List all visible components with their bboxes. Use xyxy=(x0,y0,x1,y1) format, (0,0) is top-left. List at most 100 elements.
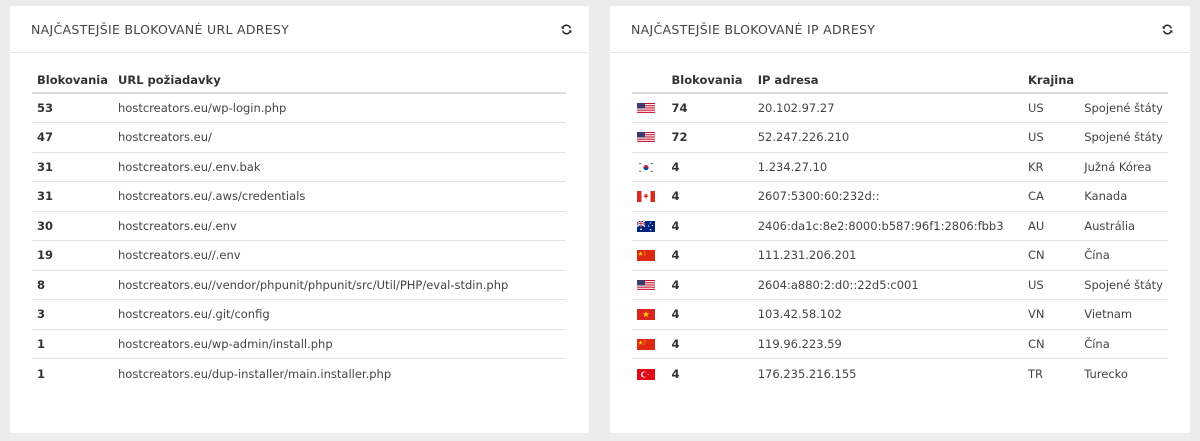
request-url: hostcreators.eu/.env xyxy=(113,211,566,241)
block-count: 3 xyxy=(32,299,113,330)
request-url: hostcreators.eu/wp-admin/install.php xyxy=(113,329,566,359)
country-code: CN xyxy=(1023,329,1080,359)
kr-flag-icon xyxy=(637,161,655,173)
block-count: 19 xyxy=(32,240,113,271)
country-name: Spojené štáty xyxy=(1079,122,1168,153)
country-code: AU xyxy=(1023,211,1080,241)
country-name: Kanada xyxy=(1079,181,1168,212)
table-row: 4 119.96.223.59 CN Čína xyxy=(632,329,1168,359)
ip-address: 1.234.27.10 xyxy=(752,152,1023,182)
table-row: 19 hostcreators.eu//.env xyxy=(32,240,566,271)
table-row: 47 hostcreators.eu/ xyxy=(32,122,566,153)
request-url: hostcreators.eu/dup-installer/main.insta… xyxy=(118,366,392,381)
column-header-country[interactable]: Krajina xyxy=(1023,67,1080,94)
country-name: Spojené štáty xyxy=(1079,270,1168,300)
panel-title: Najčastejšie blokované URL adresy xyxy=(31,21,290,37)
block-count: 53 xyxy=(32,93,113,123)
panel-title: Najčastejšie blokované IP adresy xyxy=(631,21,876,37)
ip-address: 52.247.226.210 xyxy=(752,122,1023,153)
request-url: hostcreators.eu/.env.bak xyxy=(113,152,566,182)
blocked-ips-panel: Najčastejšie blokované IP adresy Blokova… xyxy=(610,6,1190,433)
panel-header: Najčastejšie blokované IP adresy xyxy=(610,6,1190,53)
ip-address: 20.102.97.27 xyxy=(752,93,1023,123)
column-header-blocks[interactable]: Blokovania xyxy=(32,67,113,94)
flag-cell xyxy=(632,93,667,123)
request-url: hostcreators.eu/ xyxy=(113,122,566,153)
request-url: hostcreators.eu/.aws/credentials xyxy=(113,181,566,212)
ip-address: 2604:a880:2:d0::22d5:c001 xyxy=(752,270,1023,300)
block-count: 72 xyxy=(666,122,753,153)
column-header-country-name xyxy=(1079,67,1168,94)
cn-flag-icon xyxy=(637,338,655,350)
table-header-row: Blokovania IP adresa Krajina xyxy=(632,67,1168,94)
block-count: 4 xyxy=(671,366,680,381)
us-flag-icon xyxy=(637,279,655,291)
country-code: CN xyxy=(1023,240,1080,271)
blocked-ips-table: Blokovania IP adresa Krajina 74 20.102.97… xyxy=(632,67,1168,388)
table-row: 31 hostcreators.eu/.env.bak xyxy=(32,152,566,182)
table-row: 30 hostcreators.eu/.env xyxy=(32,211,566,241)
panel-header: Najčastejšie blokované URL adresy xyxy=(10,6,589,53)
block-count: 4 xyxy=(666,299,753,330)
country-code: US xyxy=(1023,93,1080,123)
country-code: VN xyxy=(1023,299,1080,330)
flag-cell xyxy=(632,329,667,359)
table-row: 4 1.234.27.10 KR Južná Kórea xyxy=(632,152,1168,182)
ip-address: 2607:5300:60:232d:: xyxy=(752,181,1023,212)
country-code: US xyxy=(1023,270,1080,300)
column-header-flag xyxy=(632,67,667,94)
tr-flag-icon xyxy=(637,368,655,380)
block-count: 74 xyxy=(666,93,753,123)
ip-address: 119.96.223.59 xyxy=(752,329,1023,359)
block-count: 4 xyxy=(666,329,753,359)
table-row: 74 20.102.97.27 US Spojené štáty xyxy=(632,93,1168,123)
us-flag-icon xyxy=(637,132,655,144)
table-row: 1 hostcreators.eu/dup-installer/main.inst… xyxy=(32,359,566,389)
flag-cell xyxy=(632,181,667,212)
flag-cell xyxy=(632,211,667,241)
country-code: US xyxy=(1023,122,1080,153)
table-row: 31 hostcreators.eu/.aws/credentials xyxy=(32,181,566,212)
ip-address: 2406:da1c:8e2:8000:b587:96f1:2806:fbb3 xyxy=(752,211,1023,241)
table-row: 53 hostcreators.eu/wp-login.php xyxy=(32,93,566,123)
ip-address: 111.231.206.201 xyxy=(752,240,1023,271)
column-header-ip[interactable]: IP adresa xyxy=(752,67,1023,94)
block-count: 4 xyxy=(666,240,753,271)
block-count: 1 xyxy=(32,329,113,359)
table-row: 1 hostcreators.eu/wp-admin/install.php xyxy=(32,329,566,359)
country-code: TR xyxy=(1028,366,1044,381)
refresh-icon[interactable] xyxy=(559,22,573,36)
refresh-icon[interactable] xyxy=(1160,22,1174,36)
au-flag-icon xyxy=(637,220,655,232)
block-count: 30 xyxy=(32,211,113,241)
blocked-urls-panel: Najčastejšie blokované URL adresy Blokov… xyxy=(10,6,589,433)
country-name: Čína xyxy=(1079,240,1168,271)
block-count: 4 xyxy=(666,152,753,182)
block-count: 47 xyxy=(32,122,113,153)
column-header-url[interactable]: URL požiadavky xyxy=(113,67,566,94)
block-count: 1 xyxy=(37,366,46,381)
block-count: 4 xyxy=(666,181,753,212)
vn-flag-icon xyxy=(637,309,655,321)
block-count: 31 xyxy=(32,152,113,182)
request-url: hostcreators.eu/.git/config xyxy=(113,299,566,330)
country-name: Južná Kórea xyxy=(1079,152,1168,182)
table-row: 4 2607:5300:60:232d:: CA Kanada xyxy=(632,181,1168,212)
us-flag-icon xyxy=(637,103,655,114)
flag-cell xyxy=(632,240,667,271)
request-url: hostcreators.eu/wp-login.php xyxy=(113,93,566,123)
country-name: Austrália xyxy=(1079,211,1168,241)
flag-cell xyxy=(632,122,667,153)
country-code: CA xyxy=(1023,181,1080,212)
column-header-blocks[interactable]: Blokovania xyxy=(666,67,753,94)
flag-cell xyxy=(632,270,667,300)
country-code: KR xyxy=(1023,152,1080,182)
cn-flag-icon xyxy=(637,250,655,262)
table-header-row: Blokovania URL požiadavky xyxy=(32,67,566,94)
flag-cell xyxy=(632,152,667,182)
block-count: 4 xyxy=(666,270,753,300)
table-row: 72 52.247.226.210 US Spojené štáty xyxy=(632,122,1168,153)
flag-cell xyxy=(632,359,667,389)
country-name: Vietnam xyxy=(1079,299,1168,330)
table-row: 4 111.231.206.201 CN Čína xyxy=(632,240,1168,271)
